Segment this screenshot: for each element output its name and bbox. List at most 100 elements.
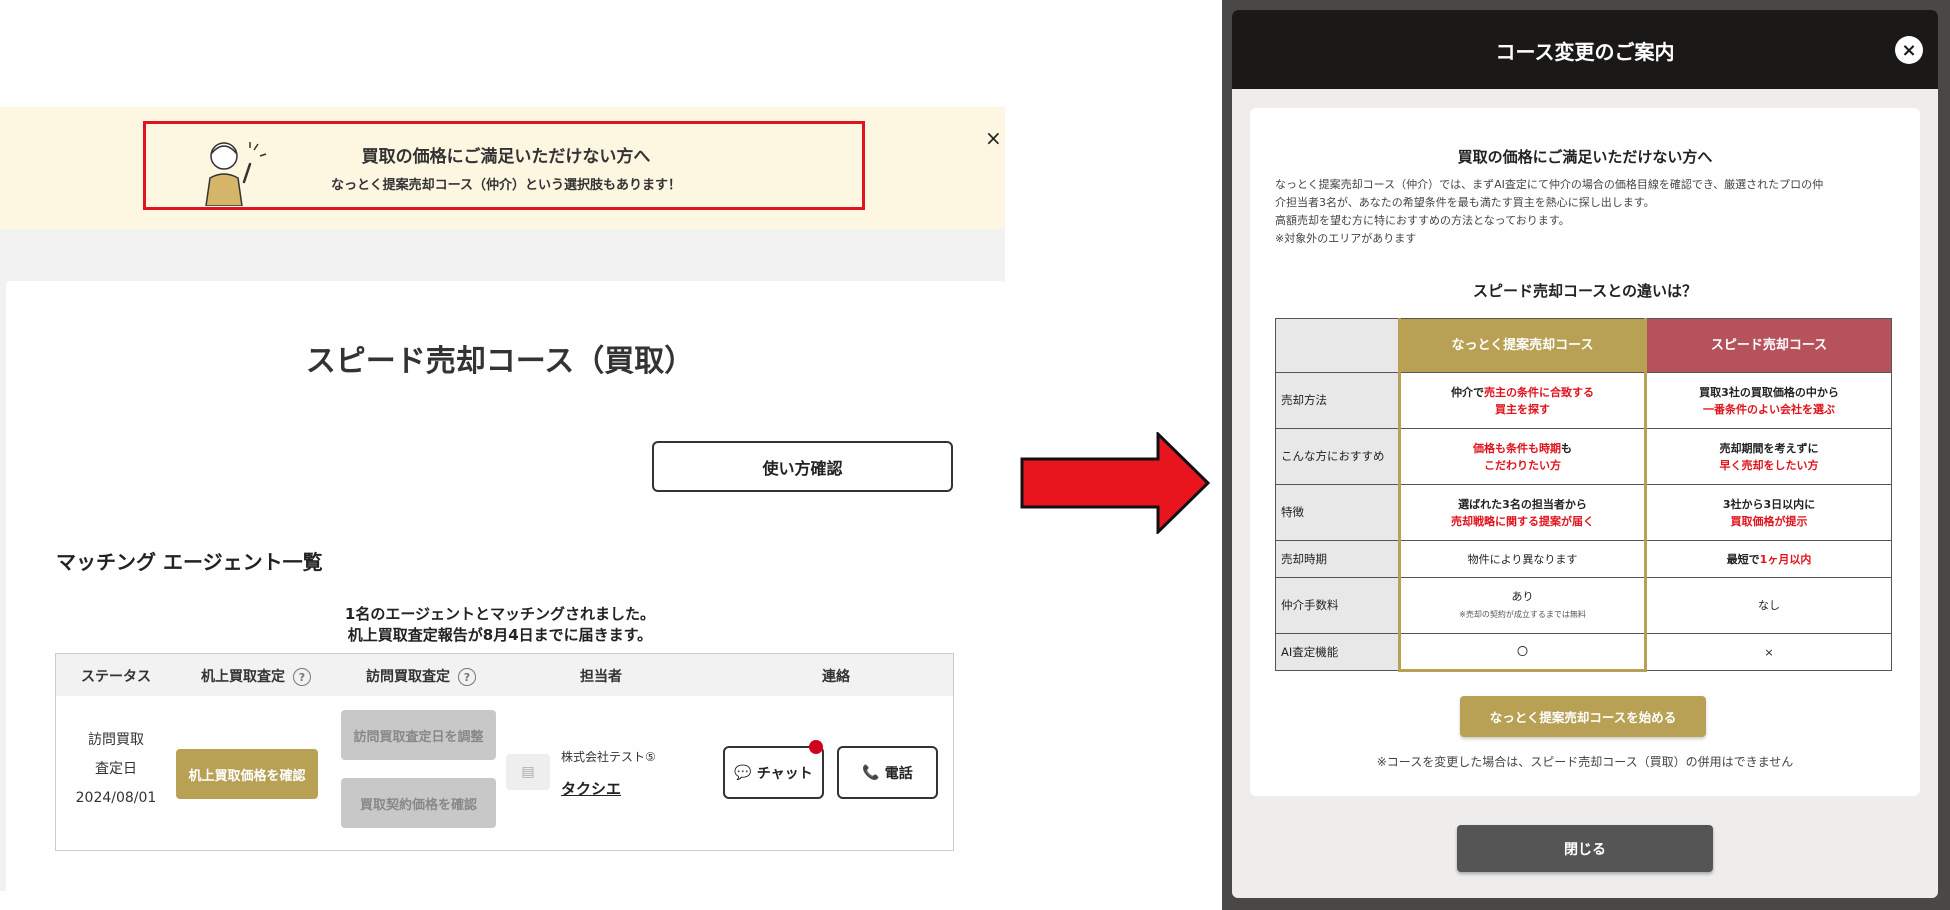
status-line1: 訪問買取 (88, 732, 144, 748)
agent-name-link[interactable]: タクシエ (561, 778, 621, 799)
phone-icon: 📞 (862, 764, 880, 781)
row-label: こんな方におすすめ (1275, 428, 1400, 485)
banner-close-icon[interactable]: × (985, 126, 1002, 150)
matching-message-line1: 1名のエージェントとマッチングされました。 (344, 605, 656, 623)
start-natto-course-button[interactable]: なっとく提案売却コースを始める (1460, 696, 1706, 737)
cell-emphasis: 売却戦略に関する提案が届く (1451, 514, 1594, 528)
help-icon[interactable]: ? (293, 668, 311, 686)
header-desk-appraisal-label: 机上買取査定 (201, 669, 285, 685)
desk-price-button[interactable]: 机上買取価格を確認 (176, 749, 318, 799)
natto-cell: 仲介で売主の条件に合致する 買主を探す (1398, 372, 1647, 429)
row-label: 仲介手数料 (1275, 577, 1400, 634)
course-change-banner[interactable]: 買取の価格にご満足いただけない方へ なっとく提案売却コース（仲介）という選択肢も… (143, 121, 865, 210)
header-visit-appraisal: 訪問買取査定? (336, 666, 506, 686)
agent-table-header: ステータス 机上買取査定? 訪問買取査定? 担当者 連絡 (56, 654, 953, 696)
description-line: 介担当者3名が、あなたの希望条件を最も満たす買主を熱心に探し出します。 (1275, 196, 1655, 209)
speed-cell: 3社から3日以内に 買取価格が提示 (1645, 484, 1892, 541)
col-header-natto: なっとく提案売却コース (1398, 318, 1647, 373)
difference-heading: スピード売却コースとの違いは？ (1472, 282, 1698, 300)
cell-text: も (1561, 441, 1572, 455)
cell-text: 物件により異なります (1467, 552, 1578, 566)
modal-body-title: 買取の価格にご満足いただけない方へ (1457, 148, 1713, 166)
cell-emphasis: こだわりたい方 (1484, 458, 1561, 472)
chat-button[interactable]: 💬 チャット (723, 746, 824, 799)
row-label: 売却方法 (1275, 372, 1400, 429)
modal-title: コース変更のご案内 (1495, 40, 1675, 64)
row-label: 特徴 (1275, 484, 1400, 541)
header-contact: 連絡 (822, 669, 850, 685)
modal-header: コース変更のご案内 × (1232, 10, 1938, 89)
cell-text: 選ばれた3名の担当者から (1458, 497, 1587, 511)
comparison-table: なっとく提案売却コース スピード売却コース 売却方法 仲介で売主の条件に合致する… (1275, 318, 1892, 672)
cell-emphasis: 1ヶ月以内 (1759, 552, 1812, 566)
cell-text: 3社から3日以内に (1722, 497, 1816, 511)
company-logo-icon: ▤ (506, 754, 550, 790)
cell-emphasis: 価格も条件も時期 (1473, 441, 1561, 455)
circle-mark-icon: 〇 (1517, 645, 1528, 658)
agent-table: ステータス 机上買取査定? 訪問買取査定? 担当者 連絡 訪問買取 査定日 20… (55, 653, 954, 851)
cell-emphasis: 一番条件のよい会社を選ぶ (1703, 402, 1835, 416)
row-label: AI査定機能 (1275, 633, 1400, 671)
chat-icon: 💬 (734, 764, 752, 781)
comparison-stage: 買取の価格にご満足いただけない方へ なっとく提案売却コース（仲介）という選択肢も… (0, 0, 1950, 910)
header-status: ステータス (81, 669, 151, 685)
modal-body: 買取の価格にご満足いただけない方へ なっとく提案売却コース（仲介）では、まずAI… (1250, 108, 1920, 796)
cross-mark-icon: × (1764, 645, 1774, 659)
header-agent: 担当者 (580, 669, 622, 685)
course-change-modal: コース変更のご案内 × 買取の価格にご満足いただけない方へ なっとく提案売却コー… (1232, 10, 1938, 898)
chat-label: チャット (756, 765, 813, 782)
comparison-header-row: なっとく提案売却コース スピード売却コース (1275, 318, 1892, 373)
comparison-row: 仲介手数料 あり ※売却の契約が成立するまでは無料 なし (1275, 577, 1892, 634)
comparison-row: AI査定機能 〇 × (1275, 633, 1892, 672)
modal-description: なっとく提案売却コース（仲介）では、まずAI査定にて仲介の場合の価格目線を確認で… (1275, 176, 1900, 248)
speed-cell: 買取3社の買取価格の中から 一番条件のよい会社を選ぶ (1645, 372, 1892, 429)
cell-text: 仲介で (1451, 385, 1484, 399)
woman-pointing-illustration (205, 142, 267, 206)
cell-text: 最短で (1726, 552, 1760, 566)
natto-cell: 〇 (1398, 633, 1647, 672)
phone-button[interactable]: 📞 電話 (837, 746, 938, 799)
page-title: スピード売却コース（買取） (305, 344, 695, 379)
col-header-speed: スピード売却コース (1645, 318, 1892, 373)
cell-text: 売却期間を考えずに (1719, 441, 1819, 455)
transition-arrow-icon (1020, 432, 1210, 534)
description-line: 高額売却を望む方に特におすすめの方法となっております。 (1275, 214, 1570, 227)
speed-sale-page: 買取の価格にご満足いただけない方へ なっとく提案売却コース（仲介）という選択肢も… (0, 0, 1005, 910)
cell-emphasis: 売主の条件に合致する (1484, 385, 1594, 399)
header-desk-appraisal: 机上買取査定? (176, 666, 336, 686)
close-icon[interactable]: × (1895, 36, 1923, 64)
speed-cell: × (1645, 633, 1892, 671)
row-label: 売却時期 (1275, 540, 1400, 578)
description-line: ※対象外のエリアがあります (1275, 232, 1417, 245)
cell-footnote: ※売却の契約が成立するまでは無料 (1459, 610, 1586, 619)
contract-price-button: 買取契約価格を確認 (341, 778, 496, 828)
status-line2: 査定日 (95, 761, 137, 777)
status-date: 2024/08/01 (75, 790, 157, 806)
speed-cell: 売却期間を考えずに 早く売却をしたい方 (1645, 428, 1892, 485)
howto-button[interactable]: 使い方確認 (652, 441, 953, 492)
cell-emphasis: 買主を探す (1495, 402, 1550, 416)
agent-company: 株式会社テスト⑤ (561, 750, 656, 764)
banner-subtitle: なっとく提案売却コース（仲介）という選択肢もあります！ (331, 178, 681, 193)
header-visit-appraisal-label: 訪問買取査定 (366, 669, 450, 685)
visit-schedule-button: 訪問買取査定日を調整 (341, 710, 496, 760)
cell-emphasis: 買取価格が提示 (1730, 514, 1808, 528)
matching-message-line2: 机上買取査定報告が8月4日までに届きます。 (347, 626, 653, 644)
comparison-row: 売却方法 仲介で売主の条件に合致する 買主を探す 買取3社の買取価格の中から 一… (1275, 372, 1892, 429)
modal-note: ※コースを変更した場合は、スピード売却コース（買取）の併用はできません (1376, 755, 1794, 769)
status-cell: 訪問買取 査定日 2024/08/01 (56, 726, 176, 813)
phone-label: 電話 (884, 765, 913, 782)
comparison-row: 特徴 選ばれた3名の担当者から 売却戦略に関する提案が届く 3社から3日以内に … (1275, 484, 1892, 541)
cell-text: あり (1511, 590, 1534, 603)
comparison-row: こんな方におすすめ 価格も条件も時期も こだわりたい方 売却期間を考えずに 早く… (1275, 428, 1892, 485)
comparison-row: 売却時期 物件により異なります 最短で1ヶ月以内 (1275, 540, 1892, 578)
natto-cell: 価格も条件も時期も こだわりたい方 (1398, 428, 1647, 485)
modal-close-button[interactable]: 閉じる (1457, 825, 1713, 872)
natto-cell: あり ※売却の契約が成立するまでは無料 (1398, 577, 1647, 634)
matching-message: 1名のエージェントとマッチングされました。 机上買取査定報告が8月4日までに届き… (300, 604, 700, 646)
natto-cell: 選ばれた3名の担当者から 売却戦略に関する提案が届く (1398, 484, 1647, 541)
cell-text: なし (1758, 599, 1780, 612)
speed-cell: 最短で1ヶ月以内 (1645, 540, 1892, 578)
description-line: なっとく提案売却コース（仲介）では、まずAI査定にて仲介の場合の価格目線を確認で… (1275, 178, 1824, 191)
help-icon[interactable]: ? (458, 668, 476, 686)
